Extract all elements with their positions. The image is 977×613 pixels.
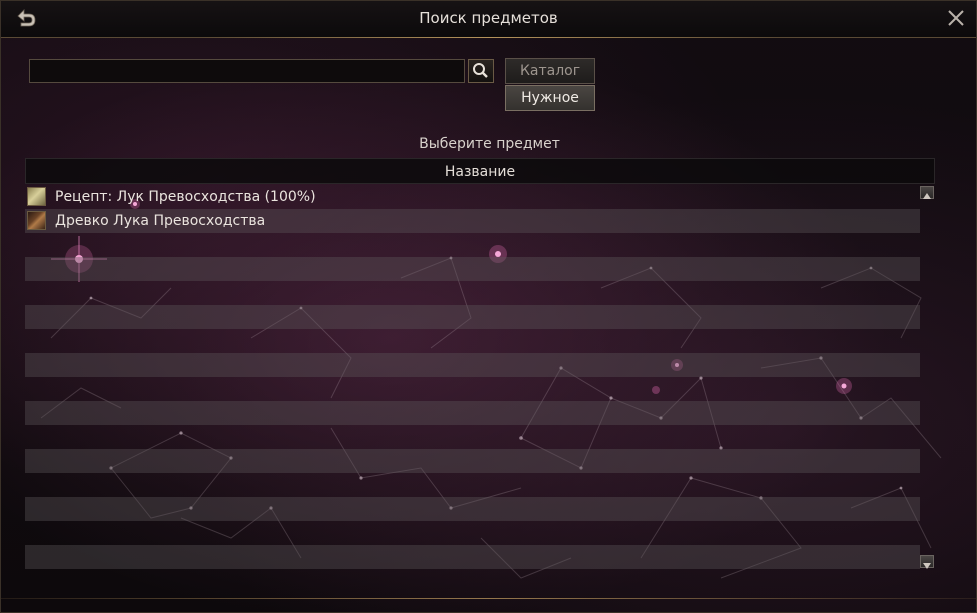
column-header-name[interactable]: Название bbox=[25, 158, 935, 184]
recipe-scroll-icon bbox=[27, 187, 46, 206]
table-row bbox=[25, 233, 920, 257]
bottom-border bbox=[1, 598, 976, 599]
table-row bbox=[25, 329, 920, 353]
list-item[interactable]: Древко Лука Превосходства bbox=[25, 209, 920, 233]
scroll-down-button[interactable] bbox=[920, 555, 934, 569]
table-row bbox=[25, 473, 920, 497]
tab-catalog[interactable]: Каталог bbox=[505, 58, 595, 84]
close-icon bbox=[948, 10, 964, 26]
table-row bbox=[25, 425, 920, 449]
table-row bbox=[25, 353, 920, 377]
arrow-up-icon bbox=[923, 193, 931, 199]
search-button[interactable] bbox=[468, 59, 494, 83]
table-row bbox=[25, 401, 920, 425]
table-row bbox=[25, 257, 920, 281]
table-row bbox=[25, 281, 920, 305]
search-icon bbox=[473, 63, 488, 78]
search-input[interactable] bbox=[29, 59, 465, 83]
list-item[interactable]: Рецепт: Лук Превосходства (100%) bbox=[25, 185, 920, 209]
table-row bbox=[25, 449, 920, 473]
item-name: Древко Лука Превосходства bbox=[55, 213, 266, 229]
title-bar: Поиск предметов bbox=[1, 1, 976, 38]
window-title: Поиск предметов bbox=[419, 9, 558, 27]
tab-needed[interactable]: Нужное bbox=[505, 85, 595, 111]
table-row bbox=[25, 521, 920, 545]
close-button[interactable] bbox=[946, 8, 966, 28]
item-list: Рецепт: Лук Превосходства (100%) Древко … bbox=[25, 185, 920, 569]
table-row bbox=[25, 305, 920, 329]
scroll-up-button[interactable] bbox=[920, 186, 934, 199]
arrow-down-icon bbox=[923, 563, 931, 569]
item-name: Рецепт: Лук Превосходства (100%) bbox=[55, 189, 316, 205]
item-search-window: Поиск предметов Каталог Нужное Выберите … bbox=[0, 0, 977, 613]
table-row bbox=[25, 545, 920, 569]
scrollbar-track[interactable] bbox=[922, 200, 932, 554]
table-row bbox=[25, 497, 920, 521]
title-divider bbox=[201, 37, 776, 38]
bow-shaft-icon bbox=[27, 211, 46, 230]
select-item-hint: Выберите предмет bbox=[419, 136, 560, 152]
table-row bbox=[25, 377, 920, 401]
